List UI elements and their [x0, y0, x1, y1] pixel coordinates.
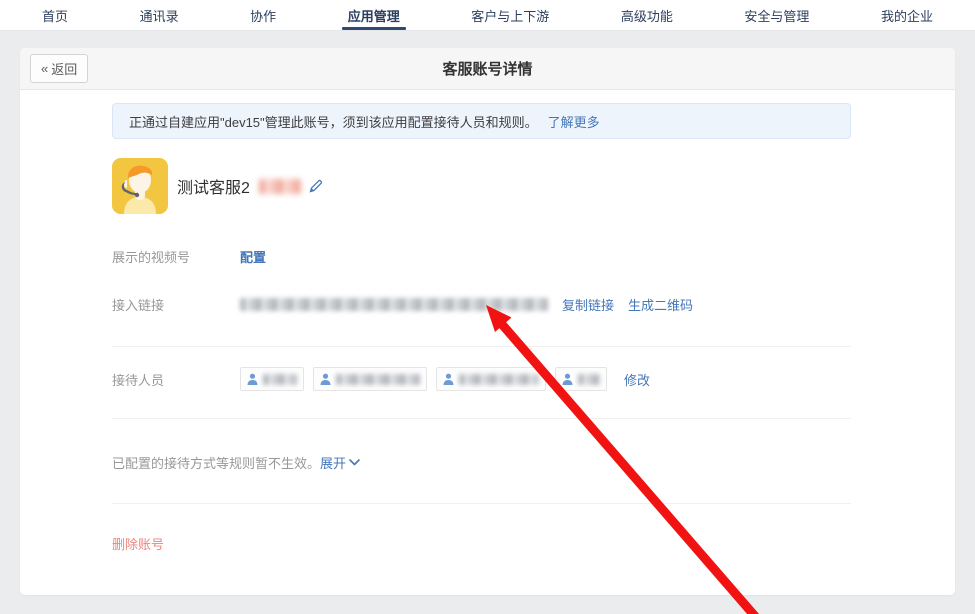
redacted-staff-name [263, 374, 297, 385]
redacted-account-id [259, 179, 301, 194]
account-name: 测试客服2 [177, 174, 250, 198]
video-account-row: 展示的视频号 配置 [112, 247, 851, 266]
modify-staff-link[interactable]: 修改 [624, 370, 650, 389]
section-divider [112, 346, 851, 347]
nav-item-my-company[interactable]: 我的企业 [873, 0, 941, 30]
rules-text: 已配置的接待方式等规则暂不生效。 [112, 453, 320, 472]
expand-label: 展开 [320, 453, 346, 472]
page-title: 客服账号详情 [20, 58, 955, 79]
section-divider [112, 418, 851, 419]
card-header: « 返回 客服账号详情 [20, 48, 955, 90]
learn-more-link[interactable]: 了解更多 [548, 112, 600, 131]
staff-row: 接待人员 修改 [112, 367, 851, 391]
staff-chip-list [240, 367, 616, 391]
configure-video-link[interactable]: 配置 [240, 247, 266, 266]
profile-section: 测试客服2 [112, 158, 851, 214]
copy-link-button[interactable]: 复制链接 [562, 295, 614, 314]
person-icon [562, 373, 573, 385]
access-link-label: 接入链接 [112, 295, 240, 314]
staff-label: 接待人员 [112, 370, 240, 389]
redacted-access-url [240, 298, 548, 311]
nav-item-collaboration[interactable]: 协作 [242, 0, 284, 30]
chevron-down-icon [349, 459, 360, 466]
section-divider [112, 503, 851, 504]
staff-chip [555, 367, 607, 391]
redacted-staff-name [336, 374, 420, 385]
nav-item-home[interactable]: 首页 [34, 0, 76, 30]
person-icon [320, 373, 331, 385]
person-icon [443, 373, 454, 385]
top-navigation: 首页 通讯录 协作 应用管理 客户与上下游 高级功能 安全与管理 我的企业 [0, 0, 975, 31]
card-content: 正通过自建应用"dev15"管理此账号，须到该应用配置接待人员和规则。 了解更多… [20, 103, 955, 554]
redacted-staff-name [459, 374, 539, 385]
redacted-staff-name [578, 374, 600, 385]
access-link-row: 接入链接 复制链接 生成二维码 [112, 295, 851, 314]
account-detail-card: « 返回 客服账号详情 正通过自建应用"dev15"管理此账号，须到该应用配置接… [20, 48, 955, 595]
staff-chip [313, 367, 427, 391]
staff-chip [436, 367, 546, 391]
staff-chip [240, 367, 304, 391]
video-account-label: 展示的视频号 [112, 247, 240, 266]
nav-item-advanced[interactable]: 高级功能 [613, 0, 681, 30]
managed-by-app-banner: 正通过自建应用"dev15"管理此账号，须到该应用配置接待人员和规则。 了解更多 [112, 103, 851, 139]
nav-item-customers[interactable]: 客户与上下游 [463, 0, 557, 30]
expand-rules-link[interactable]: 展开 [320, 453, 360, 472]
customer-service-avatar [112, 158, 168, 214]
nav-item-contacts[interactable]: 通讯录 [132, 0, 187, 30]
delete-account-link[interactable]: 删除账号 [112, 534, 164, 553]
avatar-person-icon [112, 158, 168, 214]
nav-item-security[interactable]: 安全与管理 [736, 0, 817, 30]
rules-row: 已配置的接待方式等规则暂不生效。 展开 [112, 453, 851, 472]
generate-qrcode-button[interactable]: 生成二维码 [628, 295, 693, 314]
person-icon [247, 373, 258, 385]
nav-item-app-management[interactable]: 应用管理 [340, 0, 408, 30]
banner-text: 正通过自建应用"dev15"管理此账号，须到该应用配置接待人员和规则。 [129, 112, 538, 131]
edit-name-icon[interactable] [308, 179, 323, 194]
